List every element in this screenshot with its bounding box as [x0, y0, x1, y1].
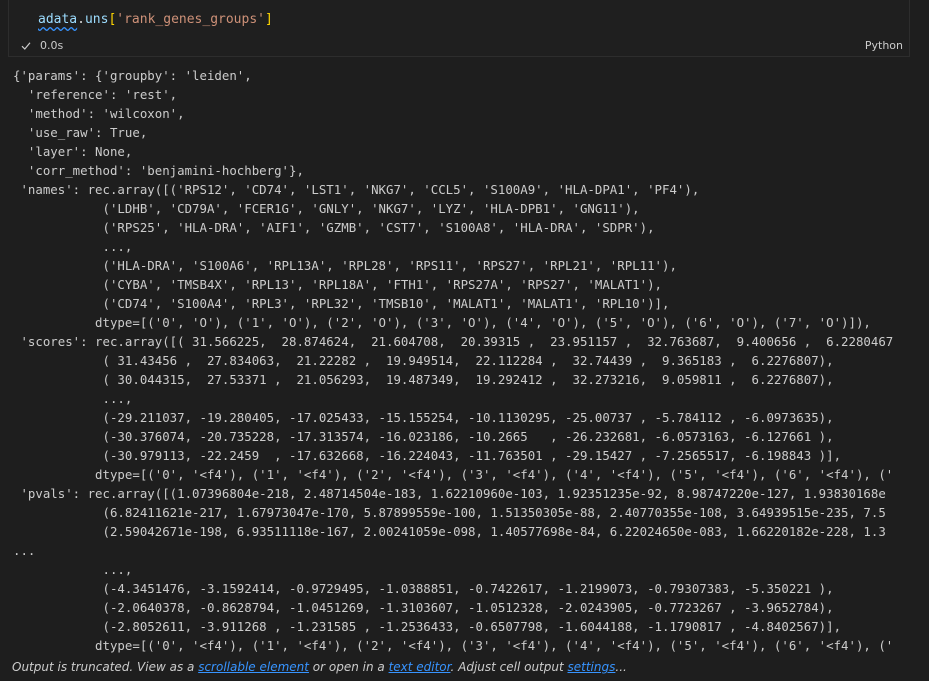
code-close-bracket: ]	[265, 12, 273, 27]
output-line: ('CYBA', 'TMSB4X', 'RPL13', 'RPL18A', 'F…	[13, 277, 663, 292]
output-line: ...	[13, 543, 36, 558]
code-cell[interactable]: adata.uns['rank_genes_groups'] 0.0s Pyth…	[8, 0, 910, 57]
output-line: ( 30.044315, 27.53371 , 21.056293, 19.48…	[13, 372, 834, 387]
check-icon	[21, 41, 31, 50]
output-line: (-30.979113, -22.2459 , -17.632668, -16.…	[13, 448, 842, 463]
output-line: ...,	[13, 391, 133, 406]
truncation-notice: Output is truncated. View as a scrollabl…	[12, 660, 627, 674]
output-line: 'corr_method': 'benjamini-hochberg'},	[13, 163, 304, 178]
settings-link[interactable]: settings	[568, 660, 616, 674]
output-line: ('HLA-DRA', 'S100A6', 'RPL13A', 'RPL28',…	[13, 258, 677, 273]
output-line: ( 31.43456 , 27.834063, 21.22282 , 19.94…	[13, 353, 834, 368]
output-line: 'names': rec.array([('RPS12', 'CD74', 'L…	[13, 182, 700, 197]
output-line: dtype=[('0', 'O'), ('1', 'O'), ('2', 'O'…	[13, 315, 871, 330]
output-line: ('CD74', 'S100A4', 'RPL3', 'RPL32', 'TMS…	[13, 296, 670, 311]
text-editor-link[interactable]: text editor	[389, 660, 451, 674]
truncation-ellipsis: ...	[615, 660, 627, 674]
output-line: {'params': {'groupby': 'leiden',	[13, 68, 252, 83]
output-line: ('LDHB', 'CD79A', 'FCER1G', 'GNLY', 'NKG…	[13, 201, 640, 216]
truncation-middle: or open in a	[308, 660, 389, 674]
cell-output: {'params': {'groupby': 'leiden', 'refere…	[0, 64, 929, 654]
output-line: dtype=[('0', '<f4'), ('1', '<f4'), ('2',…	[13, 467, 894, 482]
truncation-prefix: Output is truncated. View as a	[12, 660, 199, 674]
output-line: (-2.0640378, -0.8628794, -1.0451269, -1.…	[13, 600, 834, 615]
output-line: (-2.8052611, -3.911268 , -1.231585 , -1.…	[13, 619, 842, 634]
output-line: (2.59042671e-198, 6.93511118e-167, 2.002…	[13, 524, 886, 539]
output-line: 'layer': None,	[13, 144, 133, 159]
code-string-key: 'rank_genes_groups'	[116, 12, 265, 27]
code-dot: .	[77, 12, 85, 27]
code-variable: adata	[38, 12, 78, 27]
output-line: 'reference': 'rest',	[13, 87, 178, 102]
output-line: ...,	[13, 562, 133, 577]
language-picker[interactable]: Python	[865, 39, 903, 52]
output-line: dtype=[('0', '<f4'), ('1', '<f4'), ('2',…	[13, 638, 894, 653]
output-line: ('RPS25', 'HLA-DRA', 'AIF1', 'GZMB', 'CS…	[13, 220, 655, 235]
output-line: ...,	[13, 239, 133, 254]
output-line: (-30.376074, -20.735228, -17.313574, -16…	[13, 429, 834, 444]
code-attribute: uns	[84, 12, 109, 27]
output-line: 'use_raw': True,	[13, 125, 148, 140]
output-line: (-29.211037, -19.280405, -17.025433, -15…	[13, 410, 834, 425]
output-line: (6.82411621e-217, 1.67973047e-170, 5.878…	[13, 505, 886, 520]
execution-status: 0.0s	[21, 39, 63, 52]
scrollable-element-link[interactable]: scrollable element	[198, 660, 309, 674]
output-line: 'pvals': rec.array([(1.07396804e-218, 2.…	[13, 486, 886, 501]
code-line[interactable]: adata.uns['rank_genes_groups']	[38, 12, 273, 27]
output-line: 'method': 'wilcoxon',	[13, 106, 185, 121]
execution-time: 0.0s	[40, 39, 64, 52]
truncation-suffix: . Adjust cell output	[450, 660, 568, 674]
output-line: (-4.3451476, -3.1592414, -0.9729495, -1.…	[13, 581, 834, 596]
output-line: 'scores': rec.array([( 31.566225, 28.874…	[13, 334, 894, 349]
